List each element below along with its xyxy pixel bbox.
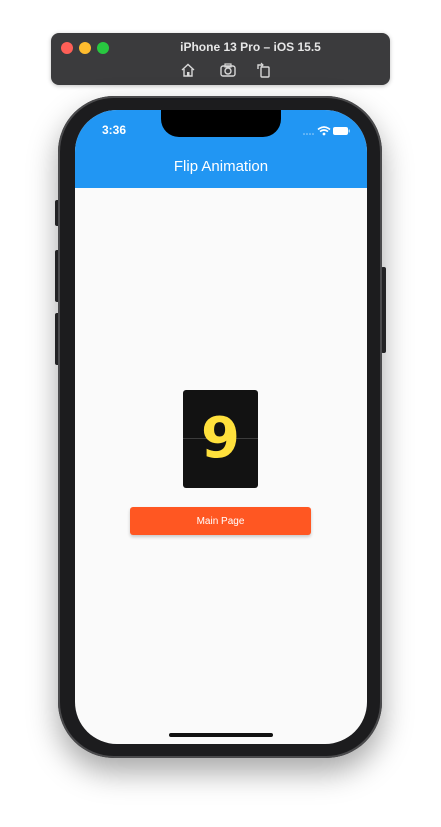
home-indicator[interactable] bbox=[169, 733, 273, 737]
close-window-button[interactable] bbox=[61, 42, 73, 54]
phone-screen: 3:36 Flip Animation 9 Main Page bbox=[75, 110, 367, 744]
status-time: 3:36 bbox=[102, 123, 127, 137]
signal-icon bbox=[303, 133, 314, 135]
flip-card: 9 bbox=[183, 390, 258, 488]
simulator-title: iPhone 13 Pro – iOS 15.5 bbox=[180, 40, 321, 54]
app-bar: 3:36 Flip Animation bbox=[75, 110, 367, 188]
notch bbox=[161, 110, 281, 137]
battery-icon bbox=[333, 127, 350, 135]
rotate-icon[interactable] bbox=[255, 61, 273, 79]
simulator-toolbar: iPhone 13 Pro – iOS 15.5 bbox=[51, 33, 390, 85]
flip-digit: 9 bbox=[201, 406, 240, 471]
zoom-window-button[interactable] bbox=[97, 42, 109, 54]
wifi-icon bbox=[317, 126, 331, 136]
main-page-button[interactable]: Main Page bbox=[130, 507, 311, 535]
status-icons bbox=[291, 124, 351, 136]
minimize-window-button[interactable] bbox=[79, 42, 91, 54]
home-icon[interactable] bbox=[179, 61, 197, 79]
simulator-tools bbox=[51, 61, 390, 79]
screenshot-icon[interactable] bbox=[219, 61, 237, 79]
page-title: Flip Animation bbox=[173, 158, 269, 175]
